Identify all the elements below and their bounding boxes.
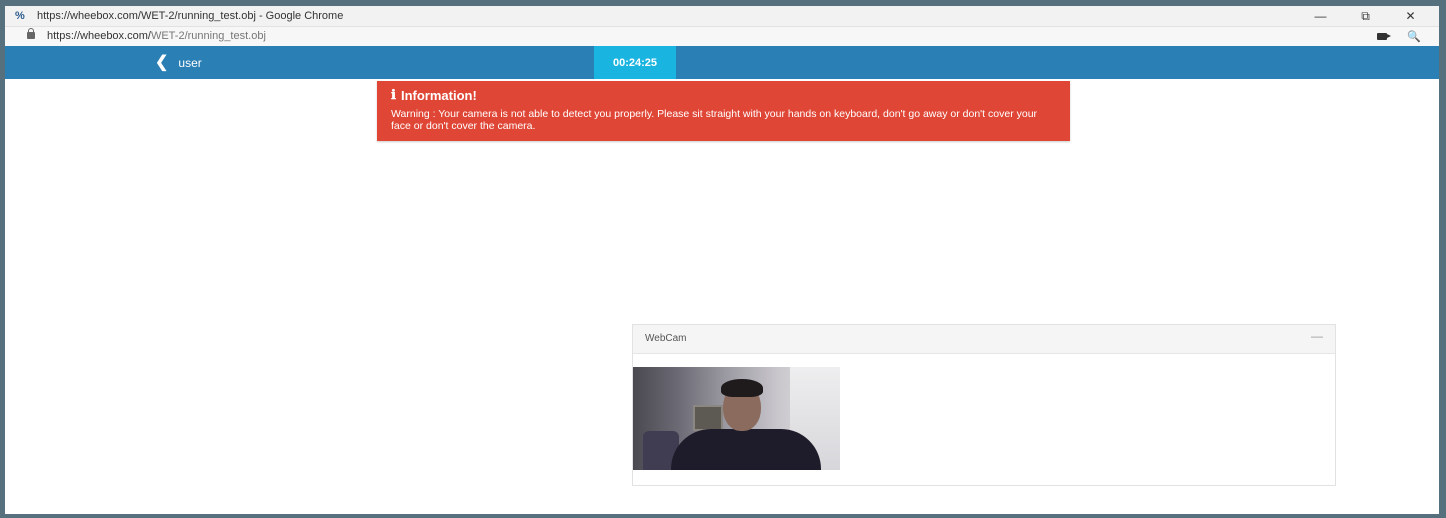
camera-warning-alert: ℹ Information! Warning : Your camera is … [377,81,1070,141]
alert-header: ℹ Information! [391,88,1056,103]
chevron-left-icon: ❮ [155,53,169,71]
address-bar[interactable]: https://wheebox.com/WET-2/running_test.o… [5,27,1439,47]
back-link-label: user [178,55,202,70]
title-bar: % https://wheebox.com/WET-2/running_test… [5,6,1439,27]
window-controls: — ⧉ ✕ [1298,7,1433,25]
back-to-user-link[interactable]: ❮ user [155,46,202,79]
webcam-panel-title: WebCam [645,333,687,344]
lock-icon[interactable] [27,28,35,39]
browser-window: % https://wheebox.com/WET-2/running_test… [5,6,1439,514]
close-button[interactable]: ✕ [1388,7,1433,25]
webcam-panel: WebCam — [632,324,1336,486]
alert-title: Information! [400,88,477,103]
feed-picture-frame [693,405,723,431]
url-path: WET-2/running_test.obj [150,30,266,42]
minimize-button[interactable]: — [1298,7,1343,25]
camera-indicator-icon[interactable] [1377,33,1391,40]
webcam-panel-header: WebCam — [633,325,1335,354]
window-title: https://wheebox.com/WET-2/running_test.o… [37,10,344,22]
countdown-timer: 00:24:25 [594,46,676,79]
info-icon: ℹ [391,88,396,103]
url-text[interactable]: https://wheebox.com/WET-2/running_test.o… [47,30,266,42]
app-navbar: ❮ user 00:24:25 [5,46,1439,79]
site-favicon-icon: % [15,10,25,22]
alert-message: Warning : Your camera is not able to det… [391,108,1038,132]
zoom-icon[interactable]: 🔍 [1407,30,1421,44]
webcam-video-feed [633,367,840,470]
feed-person-body [671,429,821,470]
restore-button[interactable]: ⧉ [1343,7,1388,25]
feed-person-hair [721,379,763,397]
url-host: https://wheebox.com/ [47,30,151,42]
collapse-button[interactable]: — [1309,329,1325,347]
